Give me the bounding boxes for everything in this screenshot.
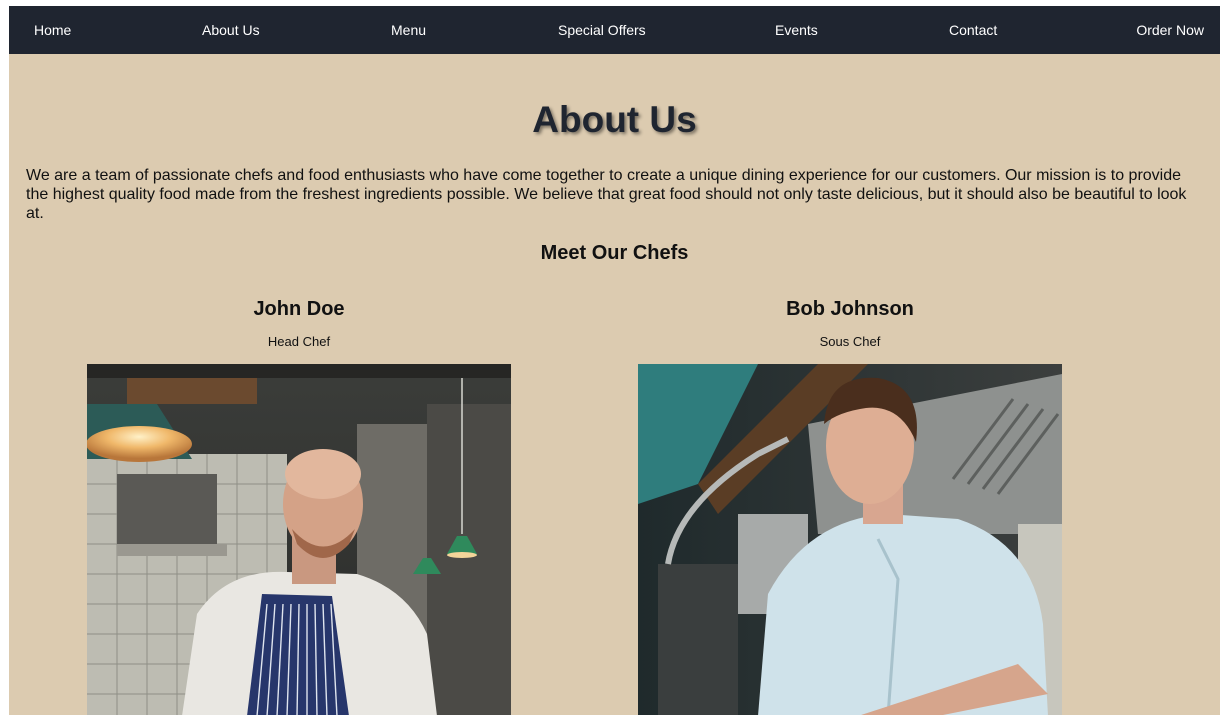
nav-special-offers-link[interactable]: Special Offers (558, 6, 646, 54)
meet-our-chefs-heading: Meet Our Chefs (540, 242, 689, 264)
nav-menu-link[interactable]: Menu (391, 6, 426, 54)
chef-photo-john-doe (87, 364, 511, 715)
chef-role: Sous Chef (819, 334, 881, 349)
chef-name: Bob Johnson (786, 298, 914, 320)
nav-home-link[interactable]: Home (34, 6, 71, 54)
top-navbar: Home About Us Menu Special Offers Events… (9, 6, 1220, 54)
page-frame: Home About Us Menu Special Offers Events… (9, 6, 1220, 715)
page-title: About Us (532, 99, 697, 140)
nav-order-now-link[interactable]: Order Now (1136, 6, 1204, 54)
nav-contact-link[interactable]: Contact (949, 6, 997, 54)
nav-events-link[interactable]: Events (775, 6, 818, 54)
nav-about-link[interactable]: About Us (202, 6, 260, 54)
chef-name: John Doe (253, 298, 345, 320)
chef-role: Head Chef (267, 334, 331, 349)
chef-photo-bob-johnson (638, 364, 1062, 715)
intro-paragraph: We are a team of passionate chefs and fo… (26, 167, 1187, 222)
